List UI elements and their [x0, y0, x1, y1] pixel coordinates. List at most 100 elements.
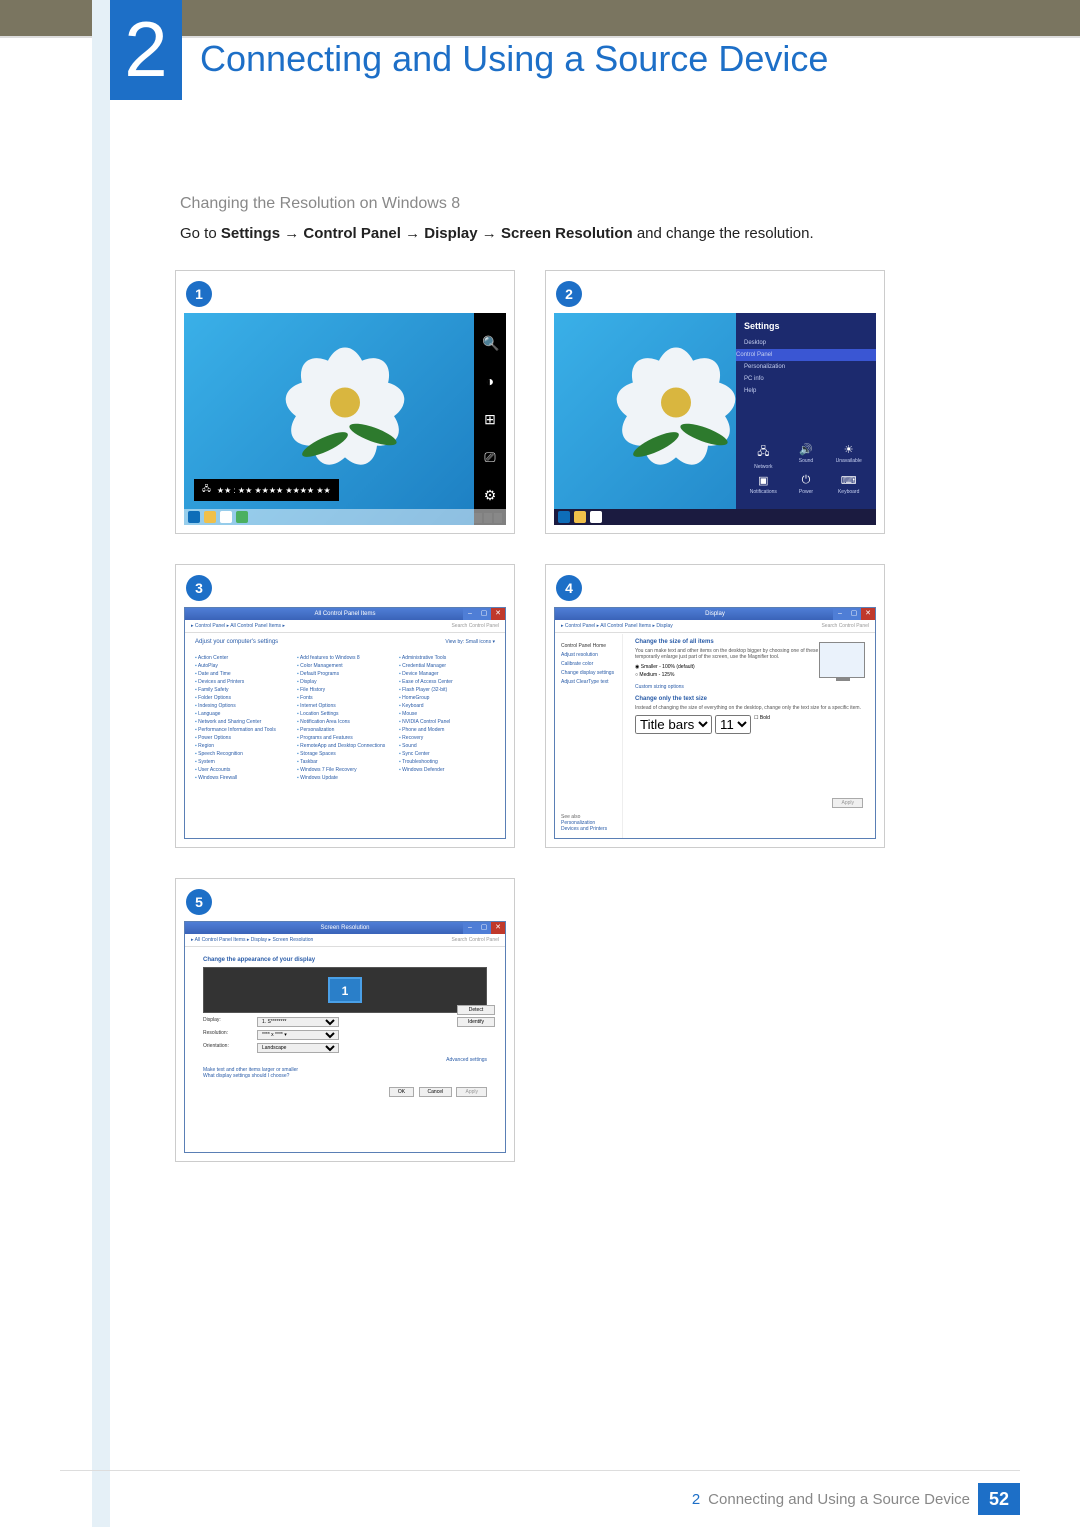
control-panel-item[interactable]: Fonts — [297, 695, 393, 701]
app-icon[interactable] — [590, 511, 602, 523]
explorer-icon[interactable] — [204, 511, 216, 523]
sidebar-home[interactable]: Control Panel Home — [561, 643, 616, 649]
control-panel-item[interactable]: Default Programs — [297, 671, 393, 677]
share-icon[interactable]: ◑ — [482, 373, 498, 389]
control-panel-item[interactable]: RemoteApp and Desktop Connections — [297, 743, 393, 749]
start-icon[interactable]: ⊞ — [482, 411, 498, 427]
control-panel-item[interactable]: Indexing Options — [195, 703, 291, 709]
control-panel-item[interactable]: Windows 7 File Recovery — [297, 767, 393, 773]
apply-button[interactable]: Apply — [456, 1087, 487, 1097]
breadcrumb[interactable]: ▸ All Control Panel Items ▸ Display ▸ Sc… — [185, 934, 505, 947]
sidebar-change-display-settings[interactable]: Change display settings — [561, 670, 616, 676]
control-panel-item[interactable]: Windows Firewall — [195, 775, 291, 781]
sound-tile[interactable]: 🔊Sound — [787, 443, 826, 470]
breadcrumb-path[interactable]: ▸ Control Panel ▸ All Control Panel Item… — [191, 623, 285, 629]
search-placeholder[interactable]: Search Control Panel — [451, 623, 499, 629]
control-panel-item[interactable]: Language — [195, 711, 291, 717]
control-panel-item[interactable]: Notification Area Icons — [297, 719, 393, 725]
breadcrumb[interactable]: ▸ Control Panel ▸ All Control Panel Item… — [555, 620, 875, 633]
detect-button[interactable]: Detect — [457, 1005, 495, 1015]
cancel-button[interactable]: Cancel — [419, 1087, 453, 1097]
control-panel-item[interactable]: NVIDIA Control Panel — [399, 719, 495, 725]
breadcrumb-path[interactable]: ▸ All Control Panel Items ▸ Display ▸ Sc… — [191, 937, 313, 943]
power-tile[interactable]: ⏻Power — [787, 474, 826, 495]
control-panel-item[interactable]: Network and Sharing Center — [195, 719, 291, 725]
charms-bar[interactable]: 🔍 ◑ ⊞ ⎚ ⚙ — [474, 313, 506, 525]
settings-item-desktop[interactable]: Desktop — [744, 337, 868, 349]
control-panel-item[interactable]: Power Options — [195, 735, 291, 741]
control-panel-item[interactable]: Add features to Windows 8 — [297, 655, 393, 661]
monitor-1[interactable]: 1 — [328, 977, 362, 1003]
advanced-settings-link[interactable]: Advanced settings — [203, 1057, 487, 1063]
control-panel-item[interactable]: Location Settings — [297, 711, 393, 717]
resolution-dropdown[interactable]: **** x **** ▾ — [257, 1030, 339, 1040]
settings-item-personalization[interactable]: Personalization — [744, 361, 868, 373]
settings-item-pcinfo[interactable]: PC info — [744, 373, 868, 385]
orientation-dropdown[interactable]: Landscape — [257, 1043, 339, 1053]
control-panel-item[interactable]: Internet Options — [297, 703, 393, 709]
bold-checkbox[interactable]: ☐ Bold — [754, 715, 770, 734]
control-panel-item[interactable]: AutoPlay — [195, 663, 291, 669]
sidebar-adjust-cleartype[interactable]: Adjust ClearType text — [561, 679, 616, 685]
control-panel-item[interactable]: Personalization — [297, 727, 393, 733]
control-panel-item[interactable]: Windows Update — [297, 775, 393, 781]
settings-item-control-panel[interactable]: Control Panel — [736, 349, 876, 361]
control-panel-item[interactable]: Troubleshooting — [399, 759, 495, 765]
display-dropdown[interactable]: 1. S******** — [257, 1017, 339, 1027]
control-panel-item[interactable]: Windows Defender — [399, 767, 495, 773]
control-panel-item[interactable]: Flash Player (32-bit) — [399, 687, 495, 693]
minimize-button[interactable]: – — [463, 608, 477, 620]
control-panel-item[interactable]: Devices and Printers — [195, 679, 291, 685]
ie-icon[interactable] — [558, 511, 570, 523]
control-panel-item[interactable]: Credential Manager — [399, 663, 495, 669]
identify-button[interactable]: Identify — [457, 1017, 495, 1027]
control-panel-item[interactable]: Family Safety — [195, 687, 291, 693]
control-panel-item[interactable]: System — [195, 759, 291, 765]
control-panel-item[interactable]: Sound — [399, 743, 495, 749]
control-panel-item[interactable]: Action Center — [195, 655, 291, 661]
control-panel-item[interactable]: Display — [297, 679, 393, 685]
breadcrumb-path[interactable]: ▸ Control Panel ▸ All Control Panel Item… — [561, 623, 673, 629]
control-panel-item[interactable]: Color Management — [297, 663, 393, 669]
maximize-button[interactable]: ▢ — [477, 608, 491, 620]
control-panel-item[interactable]: Mouse — [399, 711, 495, 717]
view-by-dropdown[interactable]: View by: Small icons ▾ — [445, 639, 495, 651]
apply-button[interactable]: Apply — [832, 798, 863, 808]
item-dropdown[interactable]: Title bars — [635, 715, 712, 734]
search-placeholder[interactable]: Search Control Panel — [821, 623, 869, 629]
control-panel-item[interactable]: Ease of Access Center — [399, 679, 495, 685]
monitor-layout-area[interactable]: 1 — [203, 967, 487, 1013]
custom-sizing-link[interactable]: Custom sizing options — [635, 684, 869, 690]
keyboard-tile[interactable]: ⌨Keyboard — [829, 474, 868, 495]
explorer-icon[interactable] — [574, 511, 586, 523]
search-placeholder[interactable]: Search Control Panel — [451, 937, 499, 943]
see-also-devices[interactable]: Devices and Printers — [561, 826, 607, 832]
control-panel-item[interactable]: Folder Options — [195, 695, 291, 701]
settings-icon[interactable]: ⚙ — [482, 487, 498, 503]
maximize-button[interactable]: ▢ — [847, 608, 861, 620]
control-panel-item[interactable]: Date and Time — [195, 671, 291, 677]
maximize-button[interactable]: ▢ — [477, 922, 491, 934]
sidebar-adjust-resolution[interactable]: Adjust resolution — [561, 652, 616, 658]
breadcrumb[interactable]: ▸ Control Panel ▸ All Control Panel Item… — [185, 620, 505, 633]
control-panel-item[interactable]: Programs and Features — [297, 735, 393, 741]
devices-icon[interactable]: ⎚ — [482, 449, 498, 465]
ok-button[interactable]: OK — [389, 1087, 414, 1097]
app-icon[interactable] — [220, 511, 232, 523]
control-panel-item[interactable]: Taskbar — [297, 759, 393, 765]
network-tile[interactable]: 🖧Network — [744, 443, 783, 470]
control-panel-item[interactable]: Recovery — [399, 735, 495, 741]
close-button[interactable]: ✕ — [491, 608, 505, 620]
taskbar[interactable] — [184, 509, 506, 525]
brightness-tile[interactable]: ☀Unavailable — [829, 443, 868, 470]
minimize-button[interactable]: – — [833, 608, 847, 620]
notifications-tile[interactable]: ▣Notifications — [744, 474, 783, 495]
control-panel-item[interactable]: Sync Center — [399, 751, 495, 757]
control-panel-item[interactable]: HomeGroup — [399, 695, 495, 701]
sidebar-calibrate-color[interactable]: Calibrate color — [561, 661, 616, 667]
control-panel-item[interactable]: Keyboard — [399, 703, 495, 709]
control-panel-item[interactable]: Device Manager — [399, 671, 495, 677]
control-panel-item[interactable]: User Accounts — [195, 767, 291, 773]
system-tray[interactable] — [474, 513, 502, 523]
control-panel-item[interactable]: Speech Recognition — [195, 751, 291, 757]
